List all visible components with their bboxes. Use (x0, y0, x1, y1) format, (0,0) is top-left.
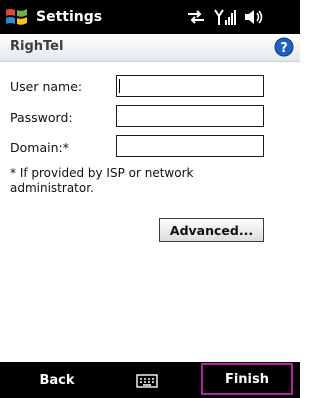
page-title: RighTel (10, 39, 64, 54)
domain-input[interactable] (116, 135, 264, 157)
password-label: Password: (10, 110, 73, 125)
keyboard-icon[interactable] (136, 373, 158, 388)
svg-text:?: ? (280, 41, 288, 56)
username-label: User name: (10, 79, 83, 94)
signal-strength-icon (214, 8, 236, 26)
windows-start-icon[interactable] (4, 6, 30, 28)
title-bar: Settings (0, 0, 300, 34)
status-icons (186, 7, 264, 27)
username-input[interactable] (116, 75, 264, 97)
settings-screen: Settings RighTel ? User name: Password: … (0, 0, 300, 398)
domain-footnote: * If provided by ISP or network administ… (10, 166, 194, 195)
finish-softkey[interactable]: Finish (201, 363, 293, 395)
softkey-bar: Back Finish (0, 362, 300, 398)
text-caret (119, 79, 120, 93)
data-sync-icon (186, 9, 206, 25)
speaker-icon (244, 8, 264, 26)
back-softkey[interactable]: Back (20, 362, 94, 398)
domain-label: Domain:* (10, 140, 69, 155)
page-header: RighTel ? (0, 34, 300, 62)
window-title: Settings (36, 9, 103, 25)
password-input[interactable] (116, 105, 264, 127)
help-icon[interactable]: ? (274, 37, 294, 57)
advanced-button[interactable]: Advanced... (159, 218, 264, 242)
